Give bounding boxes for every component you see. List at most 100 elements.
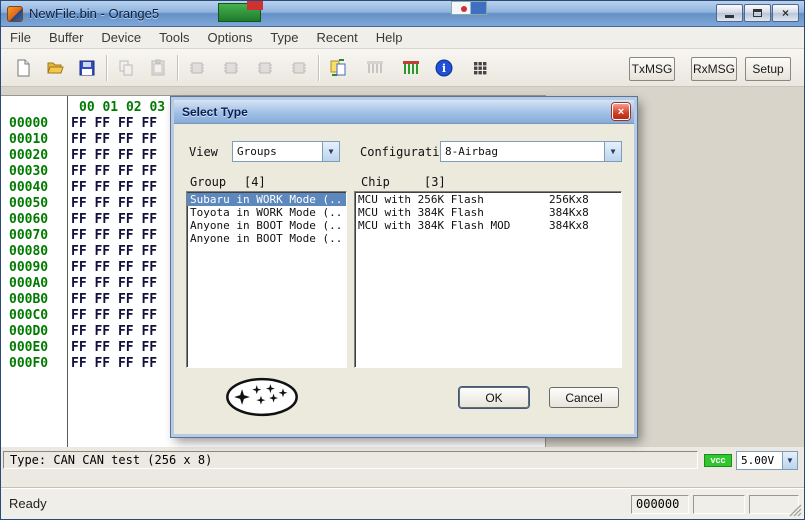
chip-size: 384Kx8: [549, 206, 589, 219]
group-list-item[interactable]: Anyone in BOOT Mode (..: [187, 219, 346, 232]
address-counter-cell: 000000: [631, 495, 689, 514]
vcc-badge: vcc: [704, 454, 732, 467]
hex-bytes[interactable]: FF FF FF FF: [63, 292, 157, 308]
info-button[interactable]: i: [430, 54, 458, 82]
hex-address: 00090: [9, 260, 49, 275]
ok-button[interactable]: OK: [459, 387, 529, 408]
dialog-title: Select Type: [182, 104, 248, 119]
configuration-dropdown[interactable]: 8-Airbag ▼: [440, 141, 622, 162]
minimize-button[interactable]: [716, 4, 743, 22]
chip-button-4[interactable]: [285, 54, 313, 82]
hex-bytes[interactable]: FF FF FF FF: [63, 340, 157, 356]
hex-address: 000F0: [9, 356, 49, 371]
view-label: View: [189, 145, 218, 159]
group-list-item[interactable]: Toyota in WORK Mode (..: [187, 206, 346, 219]
chip-icon: [224, 62, 238, 73]
setup-button[interactable]: Setup: [745, 57, 791, 81]
hex-address: 00060: [9, 212, 49, 227]
type-status-text: Type: CAN CAN test (256 x 8): [3, 451, 698, 469]
toolbar-separator: [318, 54, 319, 81]
dialog-close-button[interactable]: ×: [612, 103, 630, 120]
maximize-button[interactable]: [744, 4, 771, 22]
menu-item-tools[interactable]: Tools: [150, 27, 198, 49]
status-cell-2: [693, 495, 745, 514]
hex-address: 00000: [9, 116, 49, 131]
title-bar[interactable]: NewFile.bin - Orange5 ×: [1, 1, 804, 27]
resize-grip[interactable]: [789, 504, 802, 517]
titlebar-overlay-artifact-2: [247, 1, 263, 10]
txmsg-button[interactable]: TxMSG: [629, 57, 675, 81]
open-file-button[interactable]: [41, 54, 69, 82]
hex-bytes[interactable]: FF FF FF FF: [63, 324, 157, 340]
chip-button-1[interactable]: [183, 54, 211, 82]
chip-list-item[interactable]: MCU with 256K Flash 256Kx8: [355, 193, 621, 206]
chip-button-3[interactable]: [251, 54, 279, 82]
connector-inactive-button[interactable]: [360, 54, 388, 82]
hex-address: 00030: [9, 164, 49, 179]
voltage-dropdown[interactable]: 5.00V ▼: [736, 451, 798, 470]
menu-item-options[interactable]: Options: [199, 27, 262, 49]
menu-item-device[interactable]: Device: [92, 27, 150, 49]
group-list-item[interactable]: Subaru in WORK Mode (..: [187, 193, 346, 206]
connector-active-icon: [403, 60, 419, 74]
hex-bytes[interactable]: FF FF FF FF: [63, 196, 157, 212]
view-dropdown-value: Groups: [237, 145, 277, 158]
hex-bytes[interactable]: FF FF FF FF: [63, 212, 157, 228]
hex-address: 000D0: [9, 324, 49, 339]
hex-bytes[interactable]: FF FF FF FF: [63, 132, 157, 148]
hex-address: 00010: [9, 132, 49, 147]
hex-bytes[interactable]: FF FF FF FF: [63, 116, 157, 132]
menu-item-recent[interactable]: Recent: [308, 27, 367, 49]
connector-active-button[interactable]: [396, 54, 424, 82]
keypad-icon: [474, 61, 487, 74]
group-list-item[interactable]: Anyone in BOOT Mode (..: [187, 232, 346, 245]
select-type-dialog: Select Type × View Groups ▼ Configuratio…: [171, 97, 637, 437]
hex-bytes[interactable]: FF FF FF FF: [63, 228, 157, 244]
compare-buffers-button[interactable]: [324, 54, 352, 82]
hex-bytes[interactable]: FF FF FF FF: [63, 180, 157, 196]
group-label: Group: [190, 175, 227, 189]
view-dropdown[interactable]: Groups ▼: [232, 141, 340, 162]
hex-address: 00050: [9, 196, 49, 211]
chevron-down-icon[interactable]: ▼: [782, 452, 797, 469]
copy-button[interactable]: [112, 54, 140, 82]
chip-icon: [190, 62, 204, 73]
menu-item-file[interactable]: File: [1, 27, 40, 49]
menu-item-type[interactable]: Type: [261, 27, 307, 49]
close-icon: ×: [781, 6, 789, 20]
hex-bytes[interactable]: FF FF FF FF: [63, 308, 157, 324]
status-bar: Ready 000000: [1, 488, 804, 519]
chip-icon: [258, 62, 272, 73]
menu-item-help[interactable]: Help: [367, 27, 412, 49]
hex-bytes[interactable]: FF FF FF FF: [63, 356, 157, 372]
hex-bytes[interactable]: FF FF FF FF: [63, 244, 157, 260]
chevron-down-icon[interactable]: ▼: [604, 142, 621, 161]
chip-count: [3]: [424, 175, 446, 189]
chevron-down-icon[interactable]: ▼: [322, 142, 339, 161]
chip-list-item[interactable]: MCU with 384K Flash 384Kx8: [355, 206, 621, 219]
copy-icon: [119, 60, 133, 75]
cancel-button[interactable]: Cancel: [549, 387, 619, 408]
paste-button[interactable]: [144, 54, 172, 82]
menu-bar: File Buffer Device Tools Options Type Recent He…: [1, 27, 804, 49]
hex-bytes[interactable]: FF FF FF FF: [63, 276, 157, 292]
group-list[interactable]: Subaru in WORK Mode (.. Toyota in WORK Mo…: [186, 191, 347, 368]
hex-bytes[interactable]: FF FF FF FF: [63, 164, 157, 180]
hex-address: 000E0: [9, 340, 49, 355]
keypad-button[interactable]: [466, 54, 494, 82]
menu-item-buffer[interactable]: Buffer: [40, 27, 92, 49]
chip-button-2[interactable]: [217, 54, 245, 82]
new-file-button[interactable]: [9, 54, 37, 82]
dialog-title-bar[interactable]: Select Type ×: [174, 100, 634, 124]
hex-bytes[interactable]: FF FF FF FF: [63, 260, 157, 276]
save-file-button[interactable]: [73, 54, 101, 82]
close-button[interactable]: ×: [772, 4, 799, 22]
chip-list-item[interactable]: MCU with 384K Flash MOD 384Kx8: [355, 219, 621, 232]
rxmsg-button[interactable]: RxMSG: [691, 57, 737, 81]
chip-list[interactable]: MCU with 256K Flash 256Kx8 MCU with 384K F…: [354, 191, 622, 368]
voltage-value: 5.00V: [741, 454, 775, 467]
connector-inactive-icon: [367, 60, 383, 73]
hex-address: 000A0: [9, 276, 49, 291]
hex-bytes[interactable]: FF FF FF FF: [63, 148, 157, 164]
hex-address: 000C0: [9, 308, 49, 323]
